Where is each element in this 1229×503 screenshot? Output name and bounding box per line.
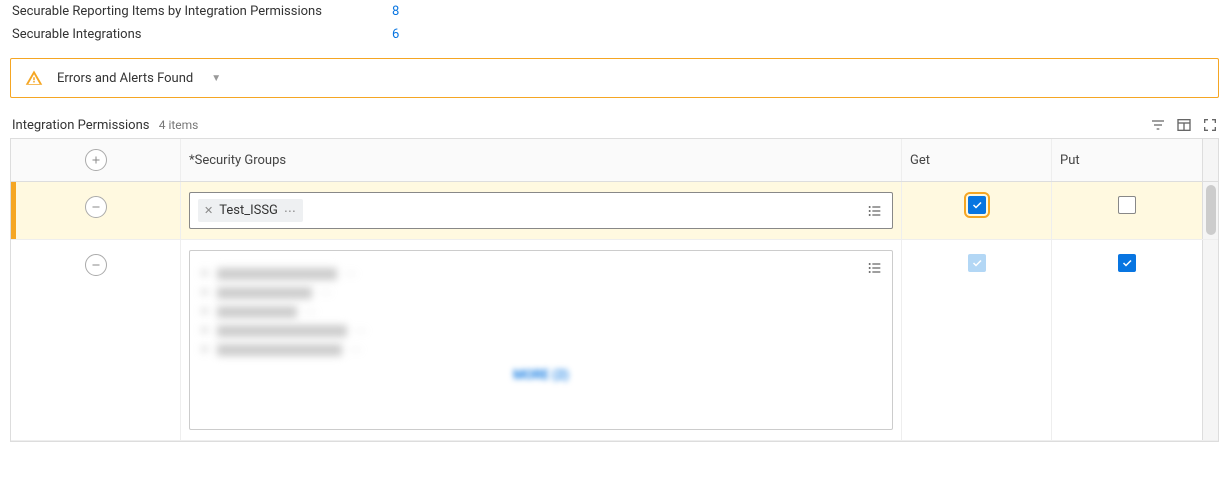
get-cell <box>902 182 1052 239</box>
chip-label: Test_ISSG <box>219 203 278 218</box>
redacted-chip: ✕⋯ <box>200 343 882 356</box>
security-groups-cell: ✕ Test_ISSG ⋯ <box>181 182 902 239</box>
table-header-bar: Integration Permissions 4 items <box>0 110 1229 138</box>
summary-value-link[interactable]: 8 <box>392 4 399 19</box>
add-row-button[interactable] <box>85 149 107 171</box>
row-action-cell <box>11 182 181 239</box>
security-groups-header: *Security Groups <box>181 139 902 181</box>
put-header: Put <box>1052 139 1202 181</box>
table-row: ✕⋯ ✕⋯ ✕⋯ ✕⋯ ✕⋯ MORE (2) <box>11 240 1218 441</box>
summary-row-integrations: Securable Integrations 6 <box>0 23 1229 46</box>
alert-text: Errors and Alerts Found <box>57 71 193 86</box>
redacted-chip: ✕⋯ <box>200 305 882 318</box>
chip-more-icon[interactable]: ⋯ <box>284 204 297 218</box>
table-row: ✕ Test_ISSG ⋯ <box>11 182 1218 240</box>
table-column-header-row: *Security Groups Get Put <box>11 139 1218 182</box>
remove-row-button[interactable] <box>85 254 107 276</box>
redacted-chip: ✕⋯ <box>200 286 882 299</box>
more-link[interactable]: MORE (2) <box>200 368 882 383</box>
security-groups-input[interactable]: ✕⋯ ✕⋯ ✕⋯ ✕⋯ ✕⋯ MORE (2) <box>189 250 893 430</box>
put-cell <box>1052 240 1202 440</box>
remove-row-button[interactable] <box>85 196 107 218</box>
get-cell <box>902 240 1052 440</box>
fullscreen-icon[interactable] <box>1201 116 1219 134</box>
put-checkbox[interactable] <box>1118 196 1136 214</box>
warning-icon <box>25 69 43 87</box>
chevron-down-icon[interactable]: ▼ <box>211 73 221 84</box>
get-header: Get <box>902 139 1052 181</box>
columns-icon[interactable] <box>1175 116 1193 134</box>
put-checkbox[interactable] <box>1118 254 1136 272</box>
summary-value-link[interactable]: 6 <box>392 27 399 42</box>
table-toolbar <box>1149 116 1219 134</box>
table-body: ✕ Test_ISSG ⋯ <box>11 182 1218 441</box>
row-action-cell <box>11 240 181 440</box>
filter-icon[interactable] <box>1149 116 1167 134</box>
remove-chip-icon[interactable]: ✕ <box>204 204 213 217</box>
put-cell <box>1052 182 1202 239</box>
get-checkbox[interactable] <box>968 254 986 272</box>
table-title: Integration Permissions <box>12 118 149 133</box>
scrollbar-thumb[interactable] <box>1206 185 1216 235</box>
integration-permissions-table: *Security Groups Get Put ✕ Test_ISSG ⋯ <box>10 138 1219 442</box>
summary-label: Securable Reporting Items by Integration… <box>12 4 392 19</box>
scrollbar-track[interactable] <box>1202 240 1218 440</box>
redacted-chip: ✕⋯ <box>200 324 882 337</box>
summary-row-reporting-items: Securable Reporting Items by Integration… <box>0 0 1229 23</box>
redacted-chip: ✕⋯ <box>200 267 882 280</box>
summary-label: Securable Integrations <box>12 27 392 42</box>
errors-alert-banner[interactable]: Errors and Alerts Found ▼ <box>10 58 1219 98</box>
scrollbar-track[interactable] <box>1202 182 1218 239</box>
items-count: 4 items <box>159 118 199 132</box>
scrollbar-gutter <box>1202 139 1218 181</box>
chip-container: ✕ Test_ISSG ⋯ <box>198 199 866 222</box>
security-groups-cell: ✕⋯ ✕⋯ ✕⋯ ✕⋯ ✕⋯ MORE (2) <box>181 240 902 440</box>
security-groups-input[interactable]: ✕ Test_ISSG ⋯ <box>189 192 893 229</box>
add-column-header <box>11 139 181 181</box>
list-picker-icon[interactable] <box>866 202 884 220</box>
get-checkbox[interactable] <box>968 196 986 214</box>
security-group-chip[interactable]: ✕ Test_ISSG ⋯ <box>198 199 303 222</box>
